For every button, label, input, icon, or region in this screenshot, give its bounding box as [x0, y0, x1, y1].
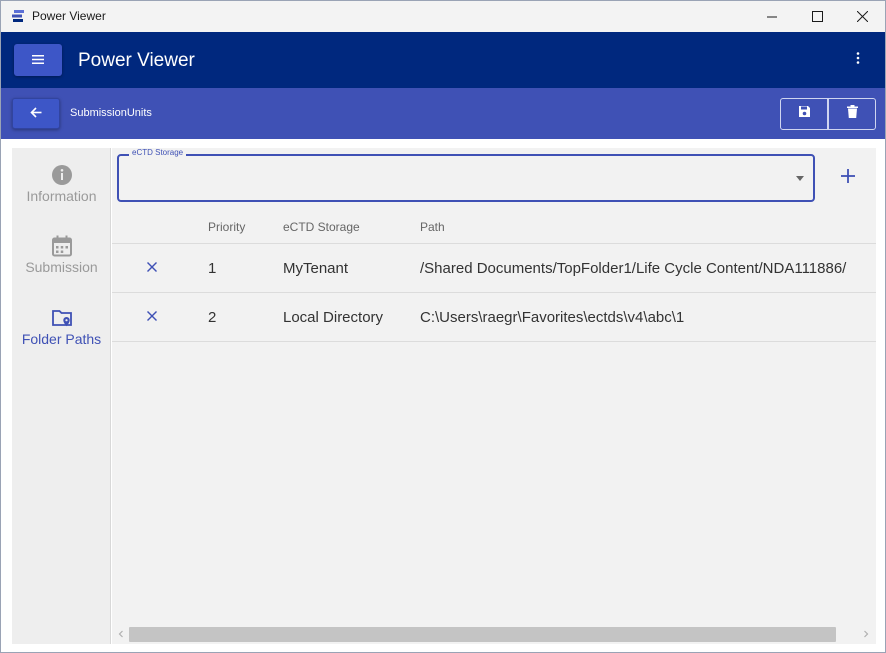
cell-ectd-storage: Local Directory [283, 309, 384, 326]
hamburger-icon [32, 51, 44, 69]
sidebar-item-label: Folder Paths [21, 331, 102, 347]
sidebar: Information Submission Folder Paths [12, 148, 111, 644]
sub-toolbar: SubmissionUnits [1, 88, 885, 139]
cell-path: C:\Users\raegr\Favorites\ectds\v4\abc\1 [420, 309, 685, 326]
sidebar-item-information[interactable]: Information [12, 164, 111, 224]
arrow-left-icon [30, 105, 42, 123]
column-header-priority[interactable]: Priority [208, 220, 245, 234]
cell-ectd-storage: MyTenant [283, 260, 349, 277]
cell-priority: 2 [208, 309, 217, 326]
app-logo-icon [11, 9, 25, 23]
app-title: Power Viewer [78, 50, 195, 71]
table-row[interactable]: 1 MyTenant /Shared Documents/TopFolder1/… [112, 244, 876, 293]
more-options-button[interactable] [849, 50, 867, 70]
column-header-ectd-storage[interactable]: eCTD Storage [283, 220, 360, 234]
remove-row-button[interactable] [145, 261, 159, 275]
save-button[interactable] [780, 98, 828, 130]
table-header: Priority eCTD Storage Path [112, 212, 876, 244]
table-row[interactable]: 2 Local Directory C:\Users\raegr\Favorit… [112, 293, 876, 342]
scroll-right-icon[interactable] [861, 629, 871, 639]
sidebar-item-submission[interactable]: Submission [12, 235, 111, 295]
title-bar: Power Viewer [1, 1, 885, 32]
sidebar-item-label: Information [26, 188, 97, 204]
trash-icon [846, 105, 858, 123]
maximize-button[interactable] [794, 1, 840, 32]
column-header-path[interactable]: Path [420, 220, 445, 234]
app-bar: Power Viewer [1, 32, 885, 88]
calendar-icon [51, 235, 73, 257]
minimize-button[interactable] [749, 1, 795, 32]
sidebar-item-folder-paths[interactable]: Folder Paths [12, 307, 111, 367]
close-icon [147, 259, 157, 277]
menu-button[interactable] [14, 44, 62, 76]
delete-button[interactable] [828, 98, 876, 130]
scrollbar-thumb[interactable] [129, 627, 836, 642]
cell-path: /Shared Documents/TopFolder1/Life Cycle … [420, 260, 847, 277]
add-storage-button[interactable] [834, 164, 862, 192]
ectd-storage-label: eCTD Storage [129, 148, 187, 157]
remove-row-button[interactable] [145, 310, 159, 324]
save-icon [798, 105, 811, 123]
window-title: Power Viewer [32, 9, 106, 23]
content-area: Information Submission Folder Paths eCTD… [1, 139, 885, 652]
more-vert-icon [856, 51, 860, 69]
dropdown-arrow-icon[interactable] [796, 176, 804, 181]
ectd-storage-select[interactable]: eCTD Storage [117, 148, 815, 202]
back-button[interactable] [12, 98, 60, 129]
folder-location-icon [51, 307, 73, 329]
folder-paths-table: Priority eCTD Storage Path 1 MyTenant /S… [112, 212, 876, 342]
app-window: Power Viewer Power Viewer SubmissionUnit… [0, 0, 886, 653]
close-icon [147, 308, 157, 326]
folder-paths-panel: eCTD Storage Priority eCTD Storage Path [112, 148, 876, 644]
cell-priority: 1 [208, 260, 217, 277]
info-icon [51, 164, 73, 186]
plus-icon [840, 168, 856, 189]
horizontal-scrollbar[interactable] [112, 625, 876, 643]
page-title: SubmissionUnits [70, 107, 152, 119]
sidebar-item-label: Submission [25, 259, 98, 275]
scroll-left-icon[interactable] [116, 629, 126, 639]
close-button[interactable] [839, 1, 885, 32]
